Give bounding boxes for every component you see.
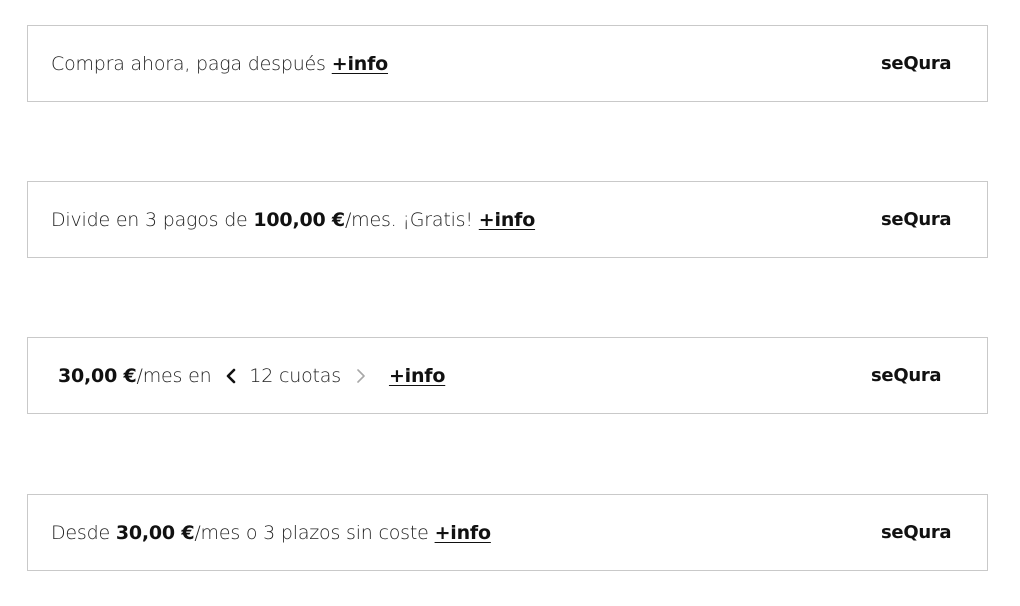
sequra-widget-from-amount: Desde 30,00 € /mes o 3 plazos sin coste …: [27, 494, 988, 571]
sequra-wordmark-icon: seQura: [881, 209, 952, 230]
installment-amount: 30,00 €: [115, 521, 195, 544]
sequra-logo: seQura: [881, 495, 955, 570]
sequra-logo: seQura: [871, 338, 945, 413]
sequra-wordmark-icon: seQura: [881, 522, 952, 543]
sequra-logo: seQura: [881, 26, 955, 101]
sequra-widget-installments-selector: 30,00 € /mes en 12 cuotas +info seQura: [27, 337, 988, 414]
previous-installments-button[interactable]: [221, 365, 241, 387]
widget-message: Desde 30,00 € /mes o 3 plazos sin coste …: [51, 495, 491, 570]
split-suffix-text: /mes. ¡Gratis!: [344, 208, 473, 231]
info-link[interactable]: +info: [479, 209, 535, 231]
from-suffix-text: /mes o 3 plazos sin coste: [194, 521, 429, 544]
sequra-logo: seQura: [881, 182, 955, 257]
pay-later-text: Compra ahora, paga después: [51, 52, 326, 75]
info-link[interactable]: +info: [435, 522, 491, 544]
brand-name: seQura: [881, 522, 951, 543]
chevron-right-icon: [357, 368, 365, 383]
sequra-widget-three-payments: Divide en 3 pagos de 100,00 € /mes. ¡Gra…: [27, 181, 988, 258]
installment-amount: 100,00 €: [253, 208, 345, 231]
widget-message: Compra ahora, paga después +info: [51, 26, 388, 101]
info-link[interactable]: +info: [389, 365, 445, 387]
info-link[interactable]: +info: [332, 53, 388, 75]
sequra-widget-pay-later: Compra ahora, paga después +info seQura: [27, 25, 988, 102]
split-prefix-text: Divide en 3 pagos de: [51, 208, 254, 231]
brand-name: seQura: [881, 209, 951, 230]
sequra-wordmark-icon: seQura: [881, 53, 952, 74]
chevron-left-icon: [227, 368, 236, 383]
installment-amount: 30,00 €: [58, 364, 137, 387]
widget-message: 30,00 € /mes en 12 cuotas +info: [58, 338, 445, 413]
installments-count: 12 cuotas: [249, 364, 341, 387]
next-installments-button[interactable]: [351, 365, 371, 387]
brand-name: seQura: [871, 365, 941, 386]
brand-name: seQura: [881, 53, 951, 74]
from-prefix-text: Desde: [51, 521, 116, 544]
widget-message: Divide en 3 pagos de 100,00 € /mes. ¡Gra…: [51, 182, 535, 257]
sequra-wordmark-icon: seQura: [871, 365, 942, 386]
per-month-text: /mes en: [136, 364, 212, 387]
